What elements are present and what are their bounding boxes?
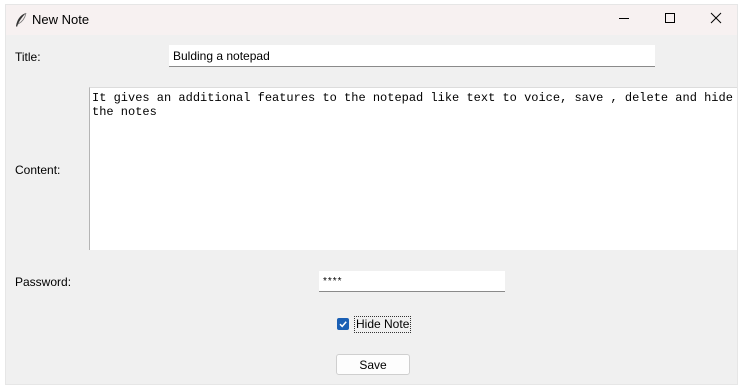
new-note-window: New Note Title: Content: It gives an add… <box>5 4 738 385</box>
password-input[interactable] <box>319 271 505 292</box>
maximize-icon <box>664 11 676 29</box>
minimize-icon <box>618 11 630 29</box>
window-title: New Note <box>32 12 90 27</box>
hide-note-checkbox[interactable]: Hide Note <box>337 315 412 333</box>
password-label: Password: <box>15 275 72 289</box>
save-button[interactable]: Save <box>336 354 410 375</box>
checkbox-checked-icon[interactable] <box>337 318 349 330</box>
close-button[interactable] <box>693 5 737 35</box>
title-label: Title: <box>15 50 41 64</box>
close-icon <box>710 11 722 29</box>
minimize-button[interactable] <box>601 5 647 35</box>
maximize-button[interactable] <box>647 5 693 35</box>
content-textarea[interactable]: It gives an additional features to the n… <box>89 87 737 250</box>
title-bar[interactable]: New Note <box>6 5 737 35</box>
hide-note-label[interactable]: Hide Note <box>354 315 412 333</box>
title-input[interactable] <box>169 45 655 67</box>
content-label: Content: <box>15 163 61 177</box>
feather-icon <box>14 12 28 28</box>
